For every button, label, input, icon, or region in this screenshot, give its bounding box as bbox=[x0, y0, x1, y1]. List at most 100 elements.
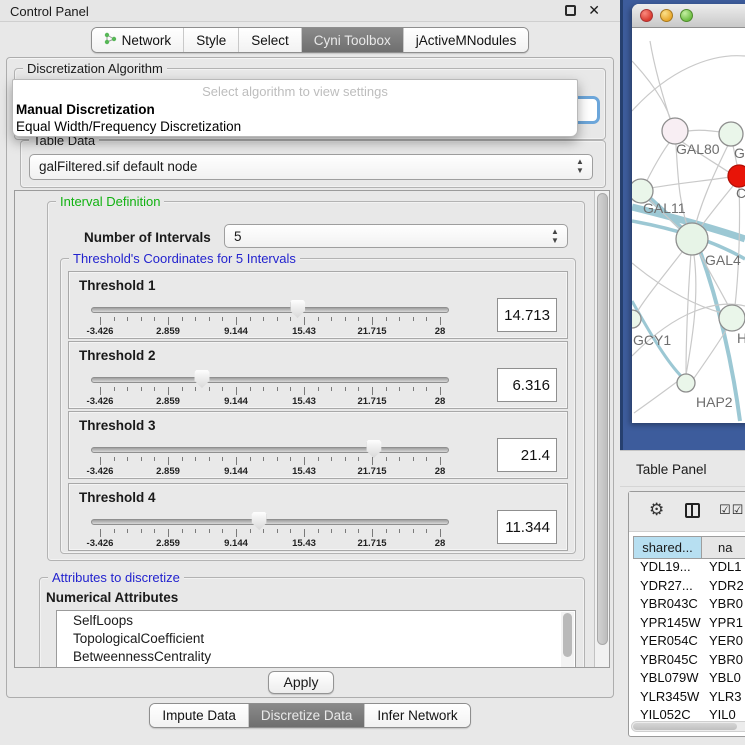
network-node[interactable] bbox=[719, 305, 745, 331]
table-cell: YBR043C bbox=[633, 596, 702, 615]
node-table: ⚙ ☑☑ shared... na YDL19...YDL1YDR27...YD… bbox=[628, 491, 745, 737]
spinner-icon: ▲▼ bbox=[575, 157, 585, 175]
dropdown-option-manual[interactable]: Manual Discretization bbox=[16, 102, 155, 117]
threshold-1-slider[interactable]: -3.4262.8599.14415.4321.71528 bbox=[91, 304, 449, 334]
threshold-3-slider[interactable]: -3.4262.8599.14415.4321.71528 bbox=[91, 444, 449, 474]
tab-network[interactable]: Network bbox=[92, 28, 185, 52]
dropdown-option-equal-width[interactable]: Equal Width/Frequency Discretization bbox=[16, 119, 241, 134]
list-scrollbar[interactable] bbox=[561, 612, 574, 668]
slider-track[interactable] bbox=[91, 519, 449, 525]
table-cell: YDL19... bbox=[633, 559, 702, 578]
tab-jactivemnodules[interactable]: jActiveMNodules bbox=[404, 28, 529, 52]
settings-vertical-scrollbar[interactable] bbox=[594, 191, 609, 667]
slider-thumb[interactable] bbox=[366, 440, 381, 458]
network-node[interactable] bbox=[728, 165, 745, 187]
table-cell: YER054C bbox=[633, 633, 702, 652]
tab-cyni-toolbox[interactable]: Cyni Toolbox bbox=[302, 28, 404, 52]
tab-impute-data[interactable]: Impute Data bbox=[150, 704, 249, 727]
threshold-2-slider[interactable]: -3.4262.8599.14415.4321.71528 bbox=[91, 374, 449, 404]
table-row[interactable]: YLR345WYLR3 bbox=[633, 689, 745, 708]
list-item[interactable]: BetweennessCentrality bbox=[57, 647, 575, 665]
tab-discretize-data[interactable]: Discretize Data bbox=[249, 704, 366, 727]
network-edge bbox=[634, 381, 678, 413]
slider-thumb[interactable] bbox=[194, 370, 209, 388]
numerical-attributes-list[interactable]: SelfLoopsTopologicalCoefficientBetweenne… bbox=[56, 610, 576, 668]
slider-ticks bbox=[100, 457, 440, 465]
threshold-1-panel: Threshold 1 -3.4262.8599.14415.4321.7152… bbox=[68, 271, 568, 339]
network-node[interactable] bbox=[677, 374, 695, 392]
tab-style[interactable]: Style bbox=[184, 28, 239, 52]
table-cell: YPR1 bbox=[702, 615, 745, 634]
algorithm-dropdown-popup: Select algorithm to view settings Manual… bbox=[12, 79, 578, 137]
network-node-label: C bbox=[736, 185, 745, 201]
network-node-label: GAL11 bbox=[643, 200, 686, 216]
close-traffic-light[interactable] bbox=[640, 9, 653, 22]
gear-icon[interactable]: ⚙ bbox=[649, 500, 664, 520]
slider-scale-labels: -3.4262.8599.14415.4321.71528 bbox=[100, 396, 440, 408]
network-canvas[interactable]: GAL80GAGAL11CGAL4GCY1HHAP2 bbox=[632, 29, 745, 423]
network-node-label: GAL4 bbox=[705, 252, 741, 268]
slider-track[interactable] bbox=[91, 307, 449, 313]
zoom-traffic-light[interactable] bbox=[680, 9, 693, 22]
column-header-name[interactable]: na bbox=[702, 536, 745, 559]
threshold-1-value-field[interactable] bbox=[497, 298, 557, 332]
slider-scale-labels: -3.4262.8599.14415.4321.71528 bbox=[100, 326, 440, 338]
table-row[interactable]: YBR043CYBR0 bbox=[633, 596, 745, 615]
slider-ticks bbox=[100, 387, 440, 395]
network-canvas-svg: GAL80GAGAL11CGAL4GCY1HHAP2 bbox=[632, 29, 745, 423]
slider-track[interactable] bbox=[91, 447, 449, 453]
float-window-icon[interactable] bbox=[565, 5, 576, 16]
table-data-group: Table Data galFiltered.sif default node … bbox=[20, 140, 606, 188]
number-of-intervals-label: Number of Intervals bbox=[84, 230, 211, 245]
slider-ticks bbox=[100, 529, 440, 537]
table-row[interactable]: YBR045CYBR0 bbox=[633, 652, 745, 671]
threshold-3-value-field[interactable] bbox=[497, 438, 557, 472]
table-row[interactable]: YDL19...YDL1 bbox=[633, 559, 745, 578]
network-edge bbox=[645, 177, 730, 189]
network-node[interactable] bbox=[676, 223, 708, 255]
table-cell: YBR045C bbox=[633, 652, 702, 671]
threshold-4-slider[interactable]: -3.4262.8599.14415.4321.71528 bbox=[91, 516, 449, 546]
apply-button[interactable]: Apply bbox=[268, 671, 334, 694]
number-of-intervals-combobox[interactable]: 5 ▲▼ bbox=[224, 224, 568, 248]
group-label: Attributes to discretize bbox=[48, 570, 184, 585]
combobox-value: 5 bbox=[234, 229, 242, 244]
checkbox-icons[interactable]: ☑☑ bbox=[719, 502, 744, 518]
table-cell: YIL0 bbox=[702, 707, 745, 721]
table-body: YDL19...YDL1YDR27...YDR2YBR043CYBR0YPR14… bbox=[633, 559, 745, 721]
tab-select[interactable]: Select bbox=[239, 28, 302, 52]
table-row[interactable]: YBL079WYBL0 bbox=[633, 670, 745, 689]
threshold-2-panel: Threshold 2 -3.4262.8599.14415.4321.7152… bbox=[68, 341, 568, 409]
table-row[interactable]: YER054CYER0 bbox=[633, 633, 745, 652]
table-row[interactable]: YIL052CYIL0 bbox=[633, 707, 745, 721]
list-item[interactable]: SelfLoops bbox=[57, 611, 575, 629]
minimize-traffic-light[interactable] bbox=[660, 9, 673, 22]
slider-track[interactable] bbox=[91, 377, 449, 383]
threshold-2-value-field[interactable] bbox=[497, 368, 557, 402]
slider-thumb[interactable] bbox=[290, 300, 305, 318]
group-label: Discretization Algorithm bbox=[23, 61, 167, 76]
network-edge bbox=[692, 327, 728, 381]
list-item[interactable]: TopologicalCoefficient bbox=[57, 629, 575, 647]
table-data-combobox[interactable]: galFiltered.sif default node ▲▼ bbox=[29, 154, 593, 180]
threshold-4-value-field[interactable] bbox=[497, 510, 557, 544]
table-panel-titlebar: Table Panel bbox=[620, 450, 745, 487]
close-icon[interactable]: ✕ bbox=[588, 2, 600, 19]
network-icon bbox=[104, 32, 117, 48]
slider-thumb[interactable] bbox=[252, 512, 267, 530]
table-cell: YBR0 bbox=[702, 596, 745, 615]
tab-infer-network[interactable]: Infer Network bbox=[365, 704, 469, 727]
network-edge bbox=[735, 187, 740, 306]
network-window-titlebar[interactable] bbox=[632, 4, 745, 28]
table-row[interactable]: YDR27...YDR2 bbox=[633, 578, 745, 597]
table-row[interactable]: YPR145WYPR1 bbox=[633, 615, 745, 634]
split-columns-icon[interactable] bbox=[685, 503, 700, 518]
network-node-label: GAL80 bbox=[676, 141, 720, 157]
group-label: Threshold's Coordinates for 5 Intervals bbox=[69, 251, 300, 266]
top-tab-group: Network Style Select Cyni Toolbox jActiv… bbox=[91, 27, 530, 53]
network-edge bbox=[632, 56, 745, 111]
table-horizontal-scrollbar[interactable] bbox=[631, 721, 745, 732]
network-node[interactable] bbox=[719, 122, 743, 146]
settings-scrollpane: Interval Definition Number of Intervals … bbox=[14, 190, 610, 668]
column-header-shared-name[interactable]: shared... bbox=[633, 536, 702, 559]
